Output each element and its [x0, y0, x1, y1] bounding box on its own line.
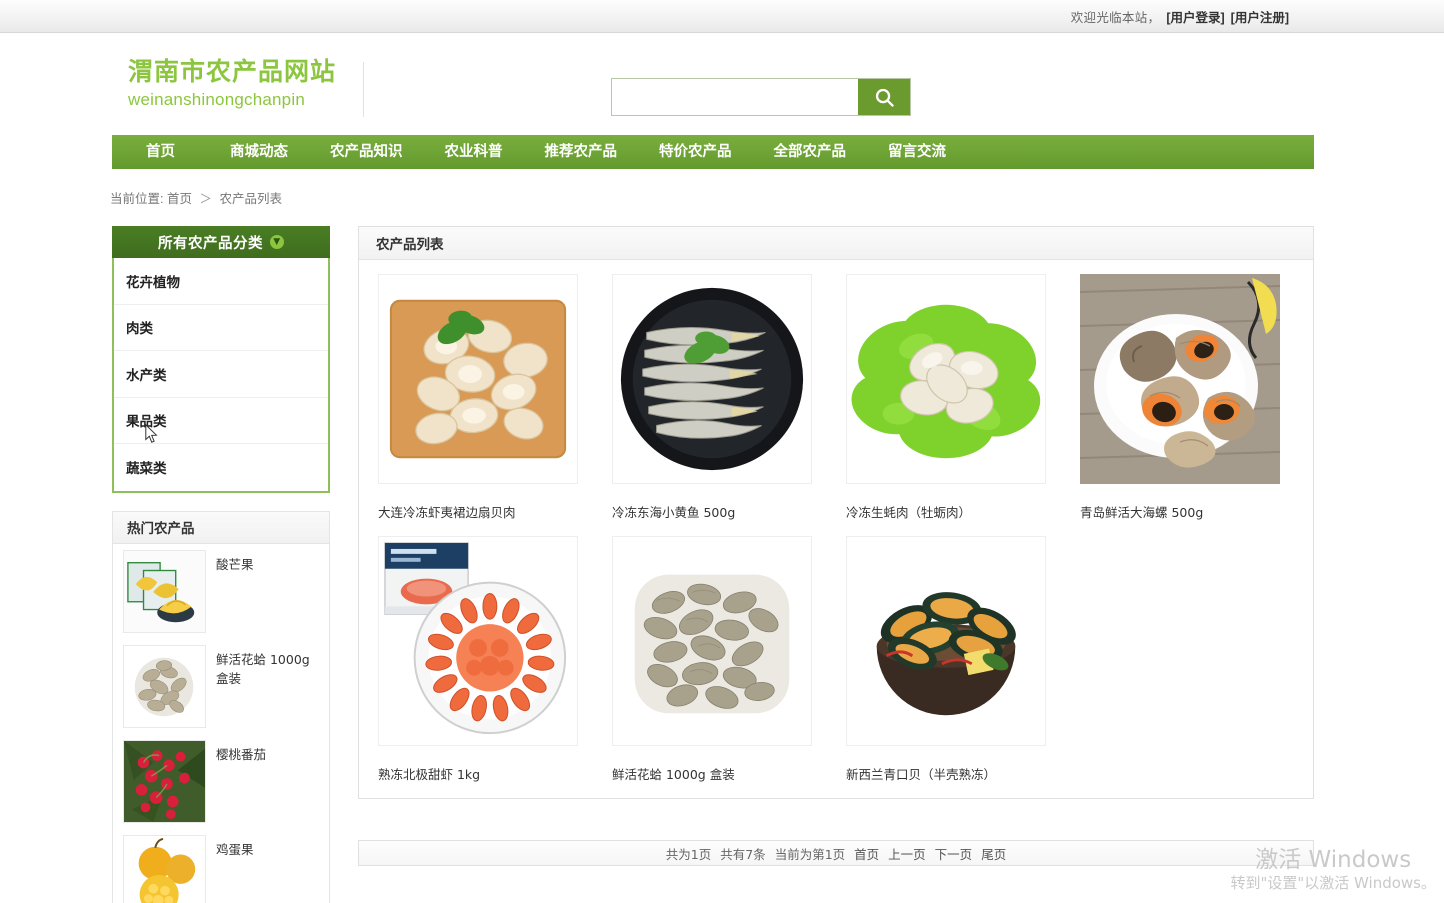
hot-product-item[interactable]: 鸡蛋果 — [113, 829, 329, 903]
sidebar-item-label: 果品类 — [126, 414, 167, 431]
pagination-next[interactable]: 下一页 — [935, 844, 973, 863]
nav-item-recommend[interactable]: 推荐农产品 — [524, 135, 639, 169]
product-card[interactable]: 冷冻东海小黄鱼 500g — [612, 274, 834, 522]
product-label: 新西兰青口贝（半壳熟冻） — [846, 767, 997, 782]
hot-product-label: 鲜活花蛤 1000g 盒装 — [216, 651, 310, 686]
product-image — [378, 536, 578, 746]
category-panel-title: 所有农产品分类 — [158, 235, 263, 252]
main-nav: 首页 商城动态 农产品知识 农业科普 推荐农产品 特价农产品 全部农产品 留言交… — [112, 135, 1314, 169]
logo-title-pinyin: weinanshinongchanpin — [128, 90, 305, 109]
sidebar-item-label: 蔬菜类 — [126, 461, 167, 478]
hot-product-item[interactable]: 樱桃番茄 — [113, 734, 329, 829]
top-bar-links: 欢迎光临本站， [用户登录] [用户注册] — [1071, 0, 1289, 33]
sidebar-item-fruit[interactable]: 果品类 — [114, 397, 328, 444]
nav-item-message[interactable]: 留言交流 — [867, 135, 967, 169]
product-grid: 大连冷冻虾夷裙边扇贝肉 冷冻东海小黄鱼 500g 冷冻生蚝肉（牡蛎肉） 青岛鲜活… — [359, 260, 1313, 798]
pagination-bar: 共为1页 共有7条 当前为第1页 首页 上一页 下一页 尾页 — [358, 840, 1314, 866]
sidebar: 所有农产品分类 ▼ 花卉植物 肉类 水产类 果品类 蔬菜类 热门农产品 酸芒果 … — [112, 226, 330, 903]
sidebar-item-vegetable[interactable]: 蔬菜类 — [114, 444, 328, 491]
sidebar-item-label: 肉类 — [126, 321, 153, 338]
nav-item-news[interactable]: 商城动态 — [209, 135, 309, 169]
category-list: 花卉植物 肉类 水产类 果品类 蔬菜类 — [112, 258, 330, 493]
product-image — [378, 274, 578, 484]
breadcrumb-home[interactable]: 首页 — [167, 192, 192, 206]
hot-products-panel: 热门农产品 酸芒果 鲜活花蛤 1000g 盒装 樱桃番茄 鸡蛋果 — [112, 510, 330, 903]
product-list-panel: 农产品列表 大连冷冻虾夷裙边扇贝肉 冷冻东海小黄鱼 500g 冷冻生蚝肉（牡蛎肉… — [358, 226, 1314, 799]
site-header: 渭南市农产品网站 weinanshinongchanpin — [0, 34, 1444, 134]
nav-item-home[interactable]: 首页 — [112, 135, 209, 169]
product-label: 青岛鲜活大海螺 500g — [1080, 505, 1204, 520]
product-label: 鲜活花蛤 1000g 盒装 — [612, 767, 735, 782]
sidebar-item-flowers[interactable]: 花卉植物 — [114, 258, 328, 305]
nav-item-all[interactable]: 全部农产品 — [753, 135, 868, 169]
sidebar-item-label: 水产类 — [126, 367, 167, 384]
product-card[interactable]: 冷冻生蚝肉（牡蛎肉） — [846, 274, 1068, 522]
hot-product-item[interactable]: 酸芒果 — [113, 544, 329, 639]
category-panel: 所有农产品分类 ▼ 花卉植物 肉类 水产类 果品类 蔬菜类 — [112, 226, 330, 493]
hot-product-label: 酸芒果 — [216, 556, 254, 572]
top-bar: 欢迎光临本站， [用户登录] [用户注册] — [0, 0, 1444, 33]
search-button[interactable] — [858, 79, 910, 115]
breadcrumb-separator: ＞ — [199, 192, 212, 206]
hot-product-label: 樱桃番茄 — [216, 746, 267, 762]
sidebar-item-aquatic[interactable]: 水产类 — [114, 351, 328, 398]
search-input[interactable] — [612, 79, 858, 115]
pagination-last[interactable]: 尾页 — [981, 844, 1006, 863]
header-divider — [363, 62, 364, 117]
page-root: 欢迎光临本站， [用户登录] [用户注册] 渭南市农产品网站 weinanshi… — [0, 0, 1444, 903]
search-icon — [873, 86, 896, 109]
product-card[interactable]: 熟冻北极甜虾 1kg — [378, 536, 600, 784]
product-label: 冷冻生蚝肉（牡蛎肉） — [846, 505, 972, 520]
sidebar-item-meat[interactable]: 肉类 — [114, 304, 328, 351]
product-image — [846, 274, 1046, 484]
product-card[interactable]: 鲜活花蛤 1000g 盒装 — [612, 536, 834, 784]
product-card[interactable]: 新西兰青口贝（半壳熟冻） — [846, 536, 1068, 784]
chevron-down-circle-icon[interactable]: ▼ — [270, 235, 284, 249]
pagination-total-pages: 共为1页 — [665, 846, 712, 862]
hot-product-item[interactable]: 鲜活花蛤 1000g 盒装 — [113, 639, 329, 734]
nav-item-special[interactable]: 特价农产品 — [638, 135, 753, 169]
login-link[interactable]: [用户登录] — [1166, 7, 1224, 26]
product-label: 大连冷冻虾夷裙边扇贝肉 — [378, 505, 516, 520]
hot-product-thumb — [123, 834, 206, 903]
sidebar-item-label: 花卉植物 — [126, 274, 180, 291]
pagination-prev[interactable]: 上一页 — [888, 844, 926, 863]
logo-title-cn: 渭南市农产品网站 — [128, 57, 337, 86]
breadcrumb-current: 农产品列表 — [219, 192, 282, 206]
product-image — [1080, 274, 1280, 484]
product-label: 冷冻东海小黄鱼 500g — [612, 505, 736, 520]
product-image — [612, 274, 812, 484]
hot-product-thumb — [123, 549, 206, 633]
watermark-line-2: 转到"设置"以激活 Windows。 — [1230, 874, 1436, 892]
hot-product-thumb — [123, 739, 206, 823]
product-card[interactable]: 大连冷冻虾夷裙边扇贝肉 — [378, 274, 600, 522]
welcome-text: 欢迎光临本站， — [1070, 11, 1161, 25]
product-label: 熟冻北极甜虾 1kg — [378, 767, 481, 782]
pagination-first[interactable]: 首页 — [854, 844, 879, 863]
hot-product-label: 鸡蛋果 — [216, 841, 254, 857]
product-image — [846, 536, 1046, 746]
product-list-title: 农产品列表 — [359, 227, 1313, 260]
product-image — [612, 536, 812, 746]
hot-product-thumb — [123, 644, 206, 728]
pagination-current-page: 当前为第1页 — [774, 846, 846, 862]
product-card[interactable]: 青岛鲜活大海螺 500g — [1080, 274, 1302, 522]
breadcrumb: 当前位置: 首页 ＞ 农产品列表 — [110, 188, 282, 207]
category-panel-header: 所有农产品分类 ▼ — [112, 226, 330, 258]
site-logo[interactable]: 渭南市农产品网站 weinanshinongchanpin — [128, 56, 360, 118]
nav-item-knowledge[interactable]: 农产品知识 — [309, 135, 424, 169]
register-link[interactable]: [用户注册] — [1231, 7, 1289, 26]
pagination-total-items: 共有7条 — [720, 846, 766, 862]
search-box — [611, 78, 911, 116]
breadcrumb-prefix: 当前位置: — [110, 192, 164, 206]
nav-item-science[interactable]: 农业科普 — [424, 135, 524, 169]
hot-products-title: 热门农产品 — [113, 511, 329, 544]
